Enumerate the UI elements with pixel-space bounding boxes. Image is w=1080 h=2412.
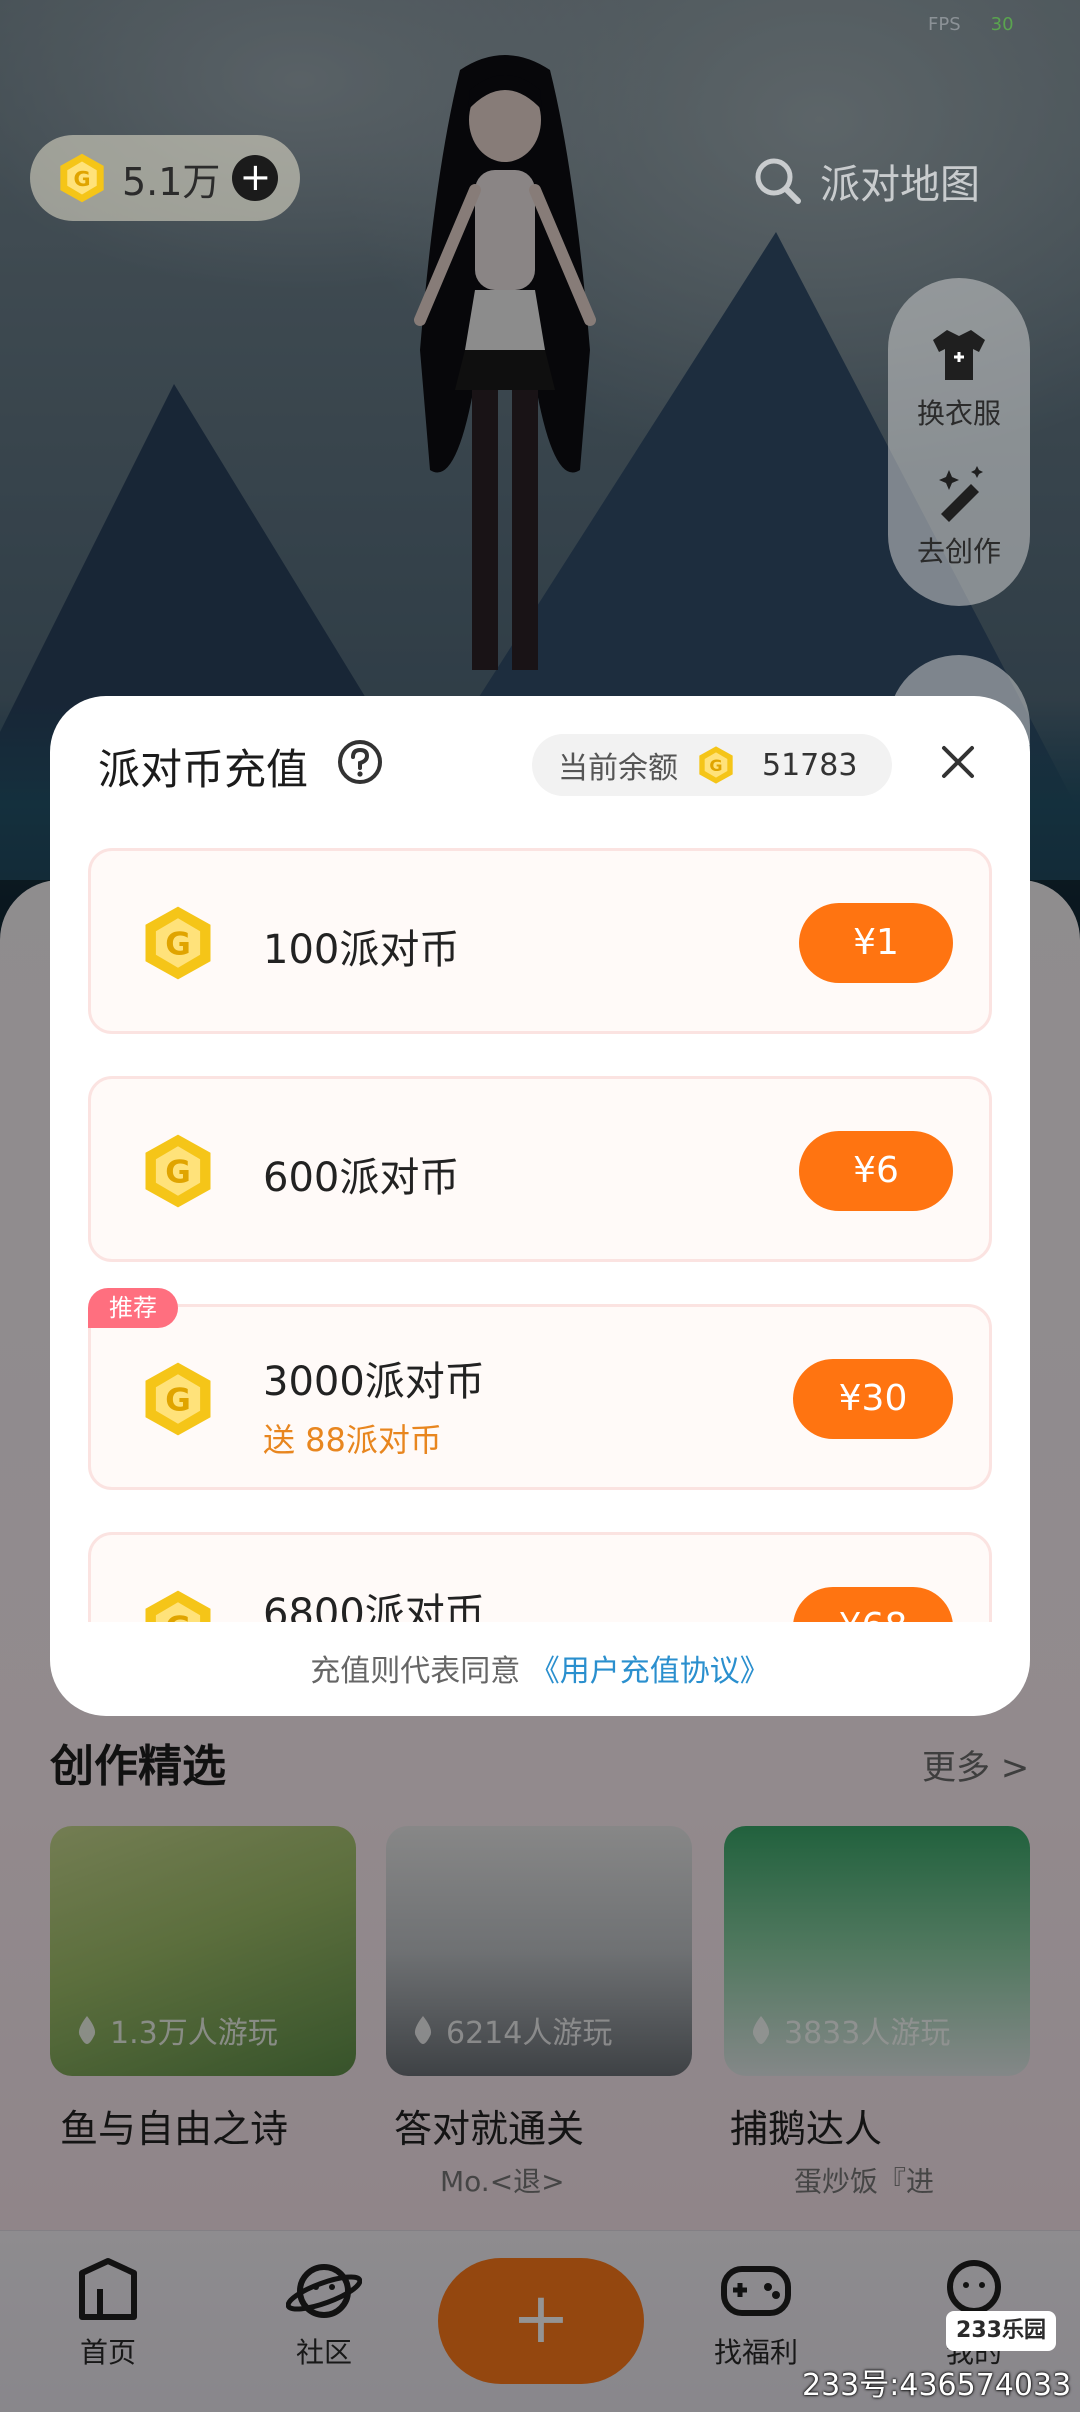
change-outfit-button[interactable]: 换衣服 — [888, 322, 1030, 432]
go-create-label: 去创作 — [916, 535, 1001, 568]
create-plus-button[interactable]: + — [438, 2258, 644, 2384]
svg-text:G: G — [165, 1383, 191, 1419]
svg-text:G: G — [73, 167, 90, 191]
agreement-prefix: 充值则代表同意 — [310, 1654, 521, 1689]
recommended-badge: 推荐 — [88, 1288, 178, 1328]
card-title[interactable]: 捕鹅达人 — [730, 2098, 882, 2153]
package-name: 3000派对币 — [263, 1359, 485, 1405]
current-balance: 当前余额 G 51783 — [532, 734, 892, 796]
package-item[interactable]: G 6800派对币 ¥68 — [88, 1532, 992, 1622]
flame-icon — [752, 2016, 770, 2044]
fps-label: FPS — [928, 14, 961, 35]
party-coin-icon: G — [696, 745, 736, 785]
flame-icon — [414, 2016, 432, 2044]
shirt-icon — [933, 330, 985, 380]
play-count-text: 3833人游玩 — [784, 2016, 951, 2051]
svg-text:G: G — [709, 756, 722, 775]
play-count-text: 6214人游玩 — [446, 2016, 613, 2051]
section-title-featured: 创作精选 — [50, 1741, 226, 1792]
party-coin-icon: G — [139, 903, 217, 983]
play-count: 6214人游玩 — [412, 2008, 612, 2052]
side-action-panel: 换衣服 去创作 — [888, 278, 1030, 606]
tab-home[interactable]: 首页 — [38, 2255, 178, 2371]
party-coin-icon: G — [139, 1131, 217, 1211]
tab-home-label: 首页 — [79, 2336, 136, 2369]
help-icon[interactable] — [336, 738, 384, 786]
search-icon — [755, 158, 801, 204]
package-list[interactable]: G 100派对币 ¥1 G 600派对币 ¥6 G 3000派对币 送 88派对… — [50, 846, 1030, 1622]
agreement-note: 充值则代表同意 《用户充值协议》 — [50, 1646, 1030, 1690]
play-count: 1.3万人游玩 — [76, 2008, 278, 2052]
gamepad-icon — [721, 2266, 791, 2316]
package-bonus: 送 88派对币 — [263, 1421, 442, 1459]
card-author[interactable]: Mo.<退> — [440, 2160, 565, 2200]
flame-icon — [78, 2016, 96, 2044]
buy-button[interactable]: ¥1 — [799, 903, 953, 983]
package-name: 100派对币 — [263, 927, 460, 973]
balance-value: 51783 — [762, 747, 858, 783]
map-search-label: 派对地图 — [820, 162, 980, 208]
play-count: 3833人游玩 — [750, 2008, 950, 2052]
watermark-text: 233号:436574033 — [802, 2368, 1072, 2403]
buy-button[interactable]: ¥68 — [793, 1587, 953, 1622]
buy-button[interactable]: ¥30 — [793, 1359, 953, 1439]
home-icon — [79, 2258, 137, 2320]
party-coin-icon: G — [139, 1587, 217, 1622]
game-scene-background: FPS 30 G 5.1万 + 派对地图 换衣服 去创作 创作精选 更多 > 1.… — [0, 0, 1080, 2412]
play-count-text: 1.3万人游玩 — [110, 2016, 278, 2051]
fps-value: 30 — [990, 14, 1014, 35]
card-title[interactable]: 鱼与自由之诗 — [60, 2098, 288, 2153]
watermark-badge: 233乐园 — [946, 2311, 1056, 2351]
card-title[interactable]: 答对就通关 — [394, 2098, 584, 2153]
user-recharge-agreement-link[interactable]: 《用户充值协议》 — [530, 1654, 770, 1689]
recharge-dialog: 派对币充值 当前余额 G 51783 G 100派对币 ¥1 G 600派对币 … — [50, 696, 1030, 1716]
fps-counter: FPS 30 — [928, 14, 1014, 35]
party-coin-icon: G — [56, 152, 108, 204]
package-item[interactable]: G 600派对币 ¥6 — [88, 1076, 992, 1262]
change-outfit-label: 换衣服 — [916, 397, 1001, 430]
svg-text:G: G — [165, 927, 191, 963]
svg-text:G: G — [165, 1611, 191, 1622]
card-author[interactable]: 蛋炒饭『进 — [794, 2160, 934, 2200]
feed-card-3[interactable]: 3833人游玩 — [724, 1826, 1030, 2076]
tab-community[interactable]: 社区 — [254, 2255, 394, 2371]
go-create-button[interactable]: 去创作 — [888, 460, 1030, 570]
planet-icon — [286, 2264, 362, 2318]
tab-rewards[interactable]: 找福利 — [686, 2255, 826, 2371]
feed-card-2[interactable]: 6214人游玩 — [386, 1826, 692, 2076]
package-name: 600派对币 — [263, 1155, 460, 1201]
package-name: 6800派对币 — [263, 1591, 485, 1622]
dialog-title: 派对币充值 — [98, 745, 309, 794]
feed-card-1[interactable]: 1.3万人游玩 — [50, 1826, 356, 2076]
package-item-recommended[interactable]: G 3000派对币 送 88派对币 ¥30 — [88, 1304, 992, 1490]
tab-community-label: 社区 — [295, 2336, 352, 2369]
party-coin-icon: G — [139, 1359, 217, 1439]
svg-text:G: G — [165, 1155, 191, 1191]
balance-label: 当前余额 — [558, 751, 678, 786]
party-map-search[interactable]: 派对地图 — [752, 152, 980, 210]
more-link[interactable]: 更多 > — [922, 1740, 1029, 1789]
close-icon[interactable] — [934, 738, 982, 786]
add-coins-button[interactable]: + — [232, 155, 279, 201]
coin-balance-chip[interactable]: G 5.1万 + — [30, 135, 300, 221]
magic-wand-icon — [939, 466, 983, 522]
package-item[interactable]: G 100派对币 ¥1 — [88, 848, 992, 1034]
buy-button[interactable]: ¥6 — [799, 1131, 953, 1211]
coin-amount: 5.1万 — [122, 159, 221, 204]
